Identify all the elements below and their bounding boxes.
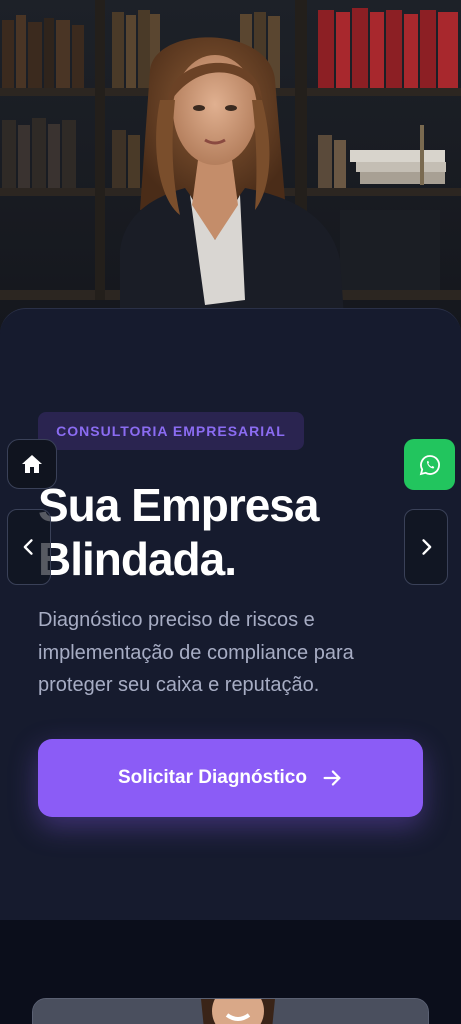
chevron-right-icon [422, 539, 432, 555]
home-button[interactable] [7, 439, 57, 489]
title-line-1: Sua Empresa [38, 479, 319, 531]
profile-card-preview [32, 998, 429, 1024]
request-diagnosis-button[interactable]: Solicitar Diagnóstico [38, 739, 423, 817]
whatsapp-icon [419, 454, 440, 475]
hero-description: Diagnóstico preciso de riscos e implemen… [38, 609, 354, 696]
previous-slide-button[interactable] [7, 509, 51, 585]
category-badge: CONSULTORIA EMPRESARIAL [38, 412, 304, 450]
hero-image [0, 0, 461, 330]
profile-photo [33, 999, 428, 1024]
next-slide-button[interactable] [404, 509, 448, 585]
arrow-right-icon [323, 770, 341, 786]
home-icon [22, 455, 42, 473]
cta-label: Solicitar Diagnóstico [118, 767, 307, 788]
title-line-2: Blindada. [38, 533, 237, 585]
whatsapp-button[interactable] [404, 439, 455, 490]
bookshelf-background [0, 0, 461, 330]
page-title: Sua Empresa Blindada. [38, 478, 418, 586]
chevron-left-icon [23, 539, 33, 555]
